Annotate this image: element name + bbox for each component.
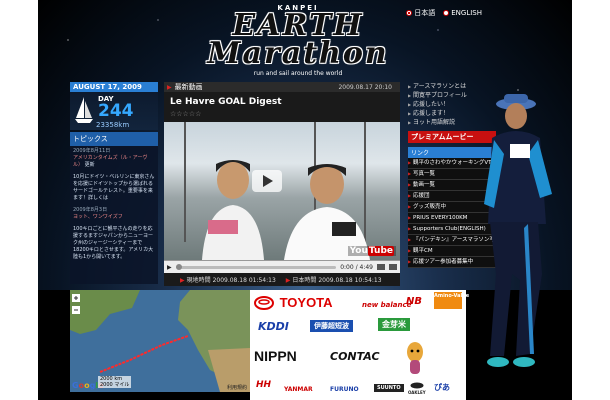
page: KANPEI EARTH Marathon run and sail aroun… [38,0,572,400]
map-scale: 2000 km 2000 マイル [98,376,132,388]
local-time: ▶ 現地時間 2009.08.18 01:54:13 [180,277,276,284]
sponsor-logos: TOYOTA new balance NB Amino-Value KDDI 伊… [250,290,469,400]
oakley-ellipse-icon [410,382,424,389]
video-title[interactable]: Le Havre GOAL Digest [170,97,282,107]
japan-time: ▶ 日本時間 2009.08.18 10:54:13 [285,277,382,284]
video-frame-person [284,164,370,260]
arrow-icon: ▶ [167,83,172,91]
map-graphic [70,290,250,392]
kddi-logo[interactable]: KDDI [258,320,289,333]
topic-item: 10月にドイツ・ベルリンに東京さんを応援にドイツトップから選ばれるサードゴールテ… [73,174,155,201]
suunto-logo[interactable]: SUUNTO [374,384,404,392]
site-logo[interactable]: KANPEI EARTH Marathon run and sail aroun… [188,4,408,82]
pia-logo[interactable]: ぴあ [434,382,450,393]
left-column: AUGUST 17, 2009 DAY 244 23358km トピックス 20… [70,82,158,284]
language-switcher: 日本語 ENGLISH [406,8,482,18]
yanmar-logo[interactable]: YANMAR [284,386,313,393]
lang-en-link[interactable]: ENGLISH [443,8,482,18]
seek-handle[interactable] [175,263,182,270]
lang-ja-link[interactable]: 日本語 [406,8,435,18]
logo-line2: Marathon [207,36,389,71]
flag-icon [406,10,413,16]
amino-value-logo[interactable]: Amino-Value [434,292,469,309]
video-title-bar: 2009.08.17 20:10 Le Havre GOAL Digest ☆☆… [164,84,400,122]
player-controls: ▶ 0:00 / 4:49 [164,260,400,273]
toyota-emblem-icon [254,295,274,310]
distance-total: 23358km [96,121,130,129]
contac-mascot-icon [407,342,423,374]
time-display: ▶ 現地時間 2009.08.18 01:54:13 ▶ 日本時間 2009.08.… [164,273,400,286]
day-counter: DAY 244 23358km [70,92,158,130]
topic-link[interactable]: ヨット、ワンワイズフ [73,214,123,220]
nippn-logo[interactable]: NIPPN [254,348,297,364]
topics-list: 2009年8月11日 アメリカンタイムズ（ル・アーヴル） 更新 10月にドイツ・… [70,146,158,284]
nav-link[interactable]: アースマラソンとは [408,82,496,91]
hh-logo[interactable]: HH [256,380,271,390]
current-date: AUGUST 17, 2009 [70,82,158,92]
furuno-logo[interactable]: FURUNO [330,386,359,393]
nb-icon: NB [406,296,422,307]
day-number: 244 [98,101,134,121]
fullscreen-icon[interactable] [389,264,397,270]
video-date: 2009.08.17 20:10 [338,84,392,91]
video-duration: 0:00 / 4:49 [340,263,373,271]
play-button[interactable] [252,170,282,192]
sailboat-icon [75,97,93,123]
video-frame-person [202,160,264,260]
itoen-logo[interactable]: 伊藤超短波 [310,320,353,332]
newbalance-logo[interactable]: new balance [362,301,411,309]
video-panel: ▶ 最新動画 2009.08.17 20:10 Le Havre GOAL Di… [164,82,400,286]
runner-figure [484,94,552,367]
video-player[interactable]: YouTube [164,122,400,260]
youtube-logo[interactable]: YouTube [347,246,396,256]
play-icon[interactable]: ▶ [167,264,172,271]
route-map[interactable]: Google 2000 km2000 マイル 利用規約 [70,290,250,392]
topics-heading: トピックス [70,132,158,146]
topic-item: 2009年8月11日 アメリカンタイムズ（ル・アーヴル） 更新 [73,148,148,168]
logo-tagline: run and sail around the world [253,70,343,77]
seek-bar[interactable] [175,263,337,270]
oakley-logo[interactable]: OAKLEY [408,382,426,395]
video-rating[interactable]: ☆☆☆☆☆ [170,110,201,118]
volume-icon[interactable] [377,264,385,270]
topic-item: 100キロごとに観平さんの走りを応援するますジャパンからニューヨーク州のジャージ… [73,226,154,260]
topic-item: 2009年8月3日 ヨット、ワンワイズフ [73,207,123,220]
flag-icon [443,10,450,16]
kinmatsu-logo[interactable]: 金芽米 [378,318,410,331]
toyota-logo[interactable]: TOYOTA [254,292,333,311]
map-terms-link[interactable]: 利用規約 [227,384,247,391]
contac-logo[interactable]: CONTAC [330,350,380,363]
